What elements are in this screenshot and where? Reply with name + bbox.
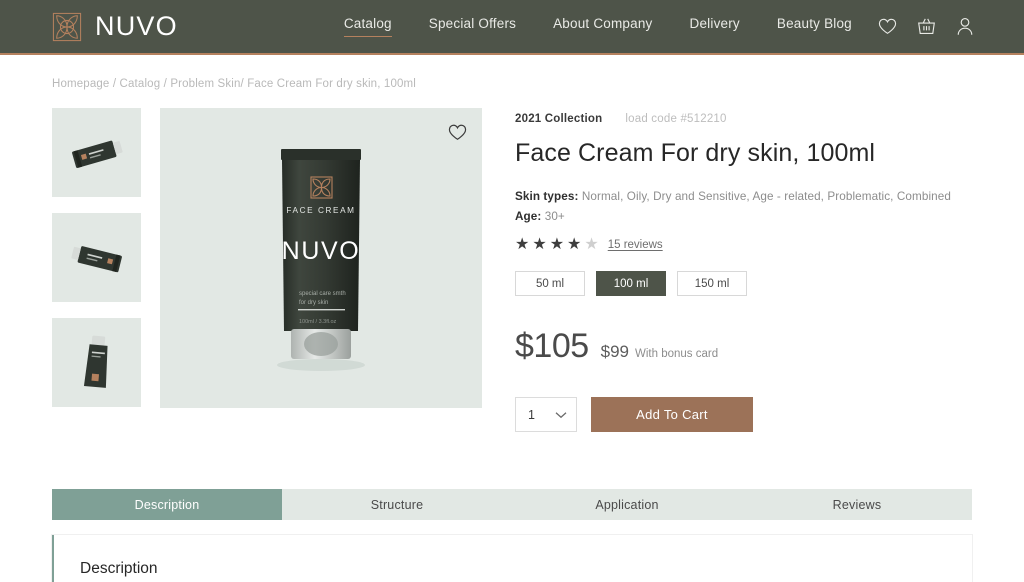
basket-icon[interactable] (917, 17, 936, 36)
breadcrumb-separator: / (112, 78, 117, 90)
nav-item-special-offers[interactable]: Special Offers (429, 16, 516, 37)
price-bonus: $99 (600, 342, 630, 361)
star-icon-filled: ★ (549, 236, 565, 253)
star-rating: ★ ★ ★ ★ ★ (515, 237, 599, 253)
product-info: 2021 Collection load code #512210 Face C… (515, 108, 965, 432)
load-code-label: load code #512210 (625, 113, 727, 125)
user-icon[interactable] (956, 17, 974, 36)
nav-item-catalog[interactable]: Catalog (343, 16, 392, 37)
quantity-value: 1 (528, 407, 535, 422)
star-icon-filled: ★ (532, 236, 547, 253)
attribute-value: 30+ (544, 210, 565, 223)
breadcrumb-item-problem-skin[interactable]: Problem Skin (170, 78, 240, 90)
breadcrumb: Homepage / Catalog / Problem Skin/ Face … (0, 55, 1024, 90)
tab-structure[interactable]: Structure (282, 489, 512, 520)
gallery-thumbnail-1[interactable] (52, 108, 141, 197)
size-option-50ml[interactable]: 50 ml (515, 271, 585, 296)
size-option-150ml[interactable]: 150 ml (677, 271, 747, 296)
page-title: Face Cream For dry skin, 100ml (515, 139, 876, 167)
attribute-value: Normal, Oily, Dry and Sensitive, Age - r… (581, 190, 951, 203)
gallery-thumbnails (52, 108, 141, 432)
tab-reviews[interactable]: Reviews (742, 489, 972, 520)
gallery-thumbnail-2[interactable] (52, 213, 141, 302)
breadcrumb-item-catalog[interactable]: Catalog (120, 78, 161, 90)
attribute-label: Age: (515, 210, 542, 223)
nav-item-about-company[interactable]: About Company (553, 16, 652, 37)
site-header: NUVO Catalog Special Offers About Compan… (0, 0, 1024, 55)
star-icon-filled: ★ (567, 236, 582, 253)
quantity-select[interactable]: 1 (515, 397, 577, 432)
price-block: $105 $99 With bonus card (515, 327, 965, 366)
tab-application[interactable]: Application (512, 489, 742, 520)
product-hero-image[interactable]: FACE CREAM NUVO special care smth for dr… (160, 108, 482, 408)
main-navigation: Catalog Special Offers About Company Del… (343, 16, 852, 37)
price-current: $105 (515, 327, 589, 365)
add-to-cart-button[interactable]: Add To Cart (591, 397, 753, 432)
collection-label: 2021 Collection (515, 113, 603, 125)
svg-text:special care smth: special care smth (299, 291, 346, 297)
size-selector: 50 ml 100 ml 150 ml (515, 271, 965, 296)
size-option-100ml[interactable]: 100 ml (596, 271, 666, 296)
description-heading: Description (80, 560, 158, 577)
reviews-link[interactable]: 15 reviews (608, 239, 663, 251)
breadcrumb-item-homepage[interactable]: Homepage (52, 78, 109, 90)
site-logo[interactable]: NUVO (52, 11, 178, 42)
nav-item-beauty-blog[interactable]: Beauty Blog (777, 16, 852, 37)
tab-description[interactable]: Description (52, 489, 282, 520)
attribute-label: Skin types: (515, 190, 579, 203)
star-icon-empty: ★ (584, 236, 599, 253)
price-bonus-note: With bonus card (635, 348, 719, 360)
nav-item-delivery[interactable]: Delivery (690, 16, 740, 37)
product-tube-illustration: FACE CREAM NUVO special care smth for dr… (277, 149, 365, 371)
svg-text:NUVO: NUVO (282, 237, 361, 265)
svg-text:100ml / 3.3fl.oz: 100ml / 3.3fl.oz (299, 319, 337, 325)
logo-text: NUVO (95, 11, 178, 41)
rating-block: ★ ★ ★ ★ ★ 15 reviews (515, 237, 965, 253)
breadcrumb-separator: / (240, 78, 244, 90)
header-icon-group (878, 17, 974, 36)
breadcrumb-item-current: Face Cream For dry skin, 100ml (247, 78, 416, 90)
product-section: FACE CREAM NUVO special care smth for dr… (0, 90, 1024, 432)
product-meta: 2021 Collection load code #512210 (515, 113, 965, 125)
chevron-down-icon (555, 411, 567, 419)
heart-icon[interactable] (878, 18, 897, 35)
breadcrumb-separator: / (163, 78, 167, 90)
attribute-skin-types: Skin types: Normal, Oily, Dry and Sensit… (515, 190, 965, 203)
description-panel: Description A moisturizing cream for nor… (52, 535, 972, 582)
purchase-controls: 1 Add To Cart (515, 397, 965, 432)
product-tabs: Description Structure Application Review… (52, 489, 972, 520)
flower-mark-icon (52, 12, 82, 42)
attribute-age: Age: 30+ (515, 210, 965, 223)
star-icon-filled: ★ (515, 236, 530, 253)
heart-icon[interactable] (448, 124, 467, 141)
svg-text:FACE CREAM: FACE CREAM (286, 206, 355, 215)
svg-text:for dry skin: for dry skin (299, 300, 328, 306)
gallery-thumbnail-3[interactable] (52, 318, 141, 407)
